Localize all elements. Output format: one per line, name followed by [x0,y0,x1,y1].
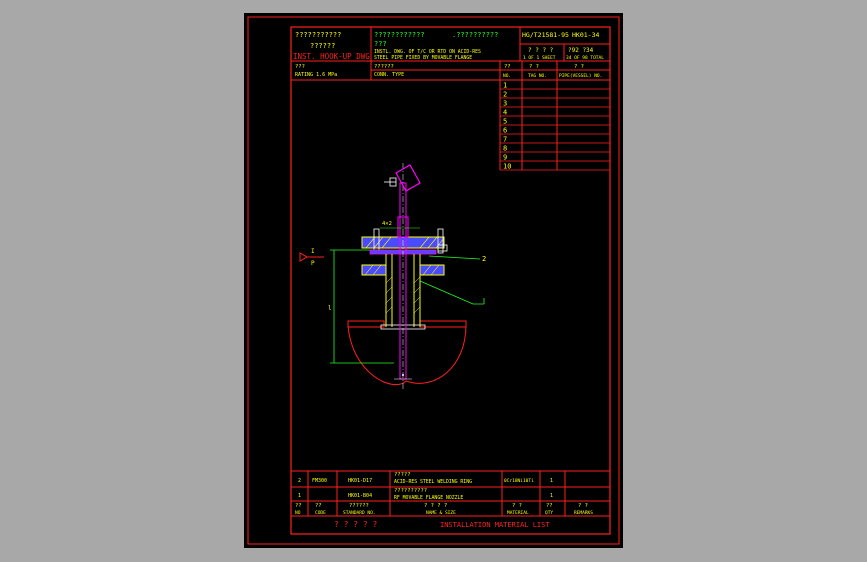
rating-cn: ??? [295,64,305,70]
mhdr-rem: REMARKS [574,510,593,516]
mhdr-code-cn: ?? [315,503,322,509]
row1-qty: 1 [550,493,553,499]
total-value: 34 OF 98 TOTAL [566,55,604,61]
tag-table-row-no: 1 [503,82,507,90]
en-title-2: STEEL PIPE FIXED BY MOVABLE FLANGE [374,55,472,61]
conn-type-label: CONN. TYPE [374,72,404,78]
section-marker-icon [299,252,309,262]
tag-table-row-no: 9 [503,154,507,162]
mhdr-no: NO [295,510,301,516]
inst-hookup-title: INST. HOOK-UP DWG [293,52,370,61]
row2-code: FM300 [312,478,327,484]
cn-hookup-text: ?????? [310,42,335,50]
leader-line-2 [428,255,481,260]
tag-table-row-no: 8 [503,145,507,153]
bottom-point [402,374,404,376]
hdr-no-cn: ?? [504,64,511,70]
rating-value: RATING 1.6 MPa [295,72,337,78]
tag-table-row-no: 2 [503,91,507,99]
inner-border [290,26,611,535]
row2-material: 0Cr18Ni10Ti [504,478,534,484]
row2-name-cn: ????? [394,472,411,478]
row1-name: RF MOVABLE FLANGE NOZZLE [394,495,463,501]
row2-no: 2 [298,478,301,484]
mhdr-mat: MATERIAL [507,510,529,516]
mhdr-qty: QTY [545,510,553,516]
dimension-label-4x2: 4×2 [382,221,392,227]
tag-table-row-no: 6 [503,127,507,135]
cn-title-b: .?????????? [452,31,498,39]
row2-name: ACID-RES STEEL WELDING RING [394,479,472,485]
section-label-i: I [311,248,315,255]
cad-drawing: ??????????? ?????? INST. HOOK-UP DWG ???… [247,16,620,545]
cn-title-c: ??? [374,40,387,48]
en-title-1: INSTL. DWG. OF T/C OR RTD ON ACID-RES [374,49,481,55]
sheet-cn: ? ? ? ? [528,47,554,54]
mhdr-code: CODE [315,510,326,516]
dimension-label-l: l [328,305,332,312]
vessel-shell-left [347,320,385,328]
tag-table-row-no: 10 [503,163,511,171]
mhdr-name-cn: ? ? ? ? [424,503,447,509]
hdr-tag: TAG NO. [528,73,547,79]
row2-qty: 1 [550,478,553,484]
footer-cn: ? ? ? ? ? [334,520,378,529]
vessel-head-outline [347,324,467,386]
sheet-value: 1 OF 1 SHEET [523,55,556,61]
mhdr-rem-cn: ? ? [578,503,588,509]
vessel-shell-right [419,320,467,328]
tag-table-row-no: 7 [503,136,507,144]
total-cn: ?92 ?34 [568,47,594,54]
row1-standard: HK01-B04 [348,493,372,499]
hdr-pipe-cn: ? ? [574,64,584,70]
footer-title: INSTALLATION MATERIAL LIST [440,521,550,529]
thermocouple-assembly: l I P 4×2 2 [299,163,486,391]
tag-table-row-no: 5 [503,118,507,126]
row1-name-cn: ?????????? [394,488,427,494]
tag-table-row-no: 4 [503,109,507,117]
row1-no: 1 [298,493,301,499]
callout-2: 2 [482,255,486,263]
mhdr-std: STANDARD NO. [343,510,376,516]
leader-line-1 [419,280,484,305]
mhdr-no-cn: ?? [295,503,302,509]
hdr-pipe: PIPE(VESSEL) NO. [559,73,602,79]
cn-inst-text: ??????????? [295,31,341,39]
hdr-tag-cn: ? ? [529,64,539,70]
mhdr-std-cn: ?????? [349,503,369,509]
mhdr-mat-cn: ? ? [512,503,522,509]
section-label-p: P [311,260,315,267]
conn-cn: ?????? [374,64,394,70]
std-number: HG/T21581-95 [522,31,569,39]
outer-border [247,16,620,545]
tag-table-rows: 12345678910 [500,82,610,171]
material-list-grid [291,470,610,517]
mhdr-qty-cn: ?? [546,503,553,509]
drawing-sheet: ??????????? ?????? INST. HOOK-UP DWG ???… [244,13,623,548]
row2-standard: HK01-D17 [348,478,372,484]
tag-table-row-no: 3 [503,100,507,108]
mhdr-name: NAME & SIZE [426,510,456,516]
title-block-grid [291,27,610,170]
cn-title-a: ???????????? [374,31,425,39]
drawing-number: HK01-34 [572,31,599,39]
hdr-no: NO. [503,73,511,79]
